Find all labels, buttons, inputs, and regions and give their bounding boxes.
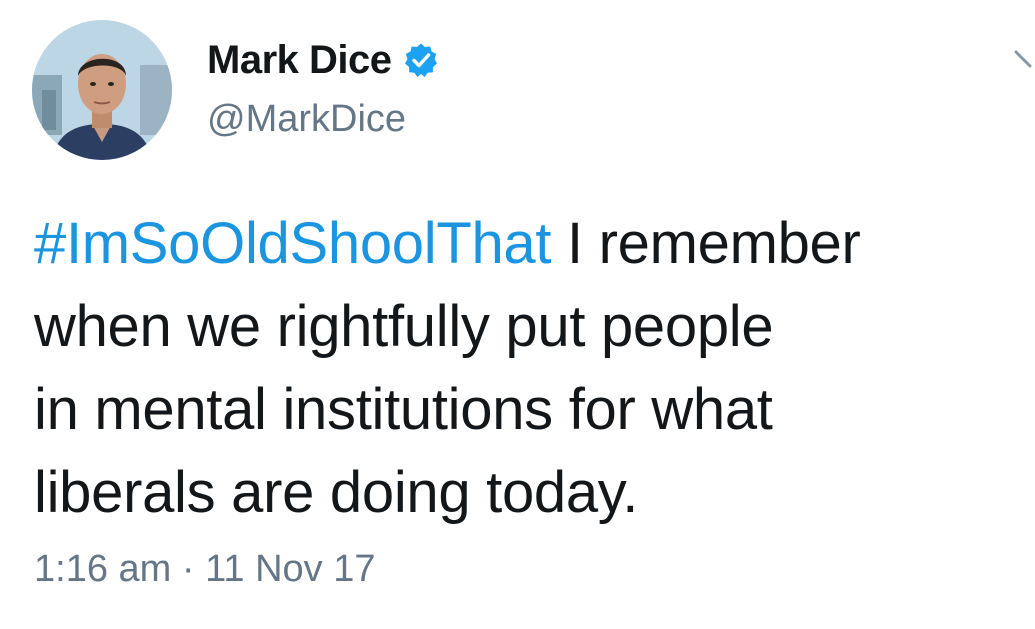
user-name-row[interactable]: Mark Dice: [207, 32, 439, 88]
tweet-date: 11 Nov 17: [205, 548, 376, 590]
avatar[interactable]: [32, 20, 172, 160]
chevron-down-icon[interactable]: [1010, 40, 1035, 80]
tweet-card: Mark Dice @MarkDice #ImSoOldShoolThat I …: [0, 0, 1035, 629]
tweet-line-2: when we rightfully put people: [34, 294, 774, 359]
tweet-line-1: #ImSoOldShoolThat I remember: [34, 202, 1009, 285]
tweet-line-1-text: I remember: [551, 211, 861, 276]
tweet-line-4: liberals are doing today.: [34, 460, 639, 525]
verified-badge-icon: [403, 42, 439, 78]
display-name[interactable]: Mark Dice: [207, 38, 392, 83]
profile-photo: [32, 20, 172, 160]
tweet-text: #ImSoOldShoolThat I remember when we rig…: [34, 202, 1009, 534]
tweet-time: 1:16 am: [34, 548, 172, 590]
user-handle[interactable]: @MarkDice: [207, 98, 406, 141]
timestamp-separator: ·: [171, 548, 206, 590]
tweet-line-3: in mental institutions for what: [34, 377, 773, 442]
hashtag-link[interactable]: #ImSoOldShoolThat: [34, 211, 551, 276]
tweet-timestamp[interactable]: 1:16 am · 11 Nov 17: [34, 548, 376, 591]
